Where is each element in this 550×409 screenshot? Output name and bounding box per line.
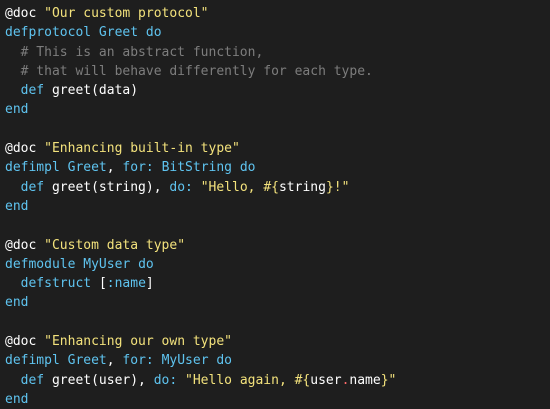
code-line: defprotocol Greet do bbox=[5, 23, 550, 42]
code-token: def bbox=[20, 179, 52, 195]
code-token: def bbox=[20, 372, 52, 388]
code-line: def greet(data) bbox=[5, 81, 550, 100]
code-token: "Custom data type" bbox=[44, 237, 186, 253]
code-token: MyUser bbox=[83, 256, 139, 272]
code-token: end bbox=[5, 198, 29, 214]
code-line: @doc "Enhancing built-in type" bbox=[5, 139, 550, 158]
code-token: }!" bbox=[325, 179, 350, 195]
code-token: # that will behave differently for each … bbox=[5, 63, 373, 79]
code-line: @doc "Custom data type" bbox=[5, 236, 550, 255]
code-line: ​ bbox=[5, 216, 550, 235]
code-token: :name bbox=[106, 276, 146, 292]
code-line: defimpl Greet, for: MyUser do bbox=[5, 351, 550, 370]
code-token: "Hello again, bbox=[185, 372, 295, 388]
code-token: Greet bbox=[98, 25, 146, 41]
code-token: do: bbox=[153, 372, 186, 388]
code-token: @doc bbox=[5, 334, 45, 350]
code-token: @doc bbox=[5, 237, 45, 253]
code-token: ] bbox=[145, 276, 154, 292]
code-token: user bbox=[310, 372, 342, 388]
code-token: Greet bbox=[67, 160, 107, 176]
code-line: end bbox=[5, 390, 550, 409]
code-token: @doc bbox=[5, 141, 45, 157]
code-line: ​ bbox=[5, 120, 550, 139]
code-token: }" bbox=[380, 372, 397, 388]
code-line: ​ bbox=[5, 313, 550, 332]
code-token: end bbox=[5, 391, 29, 407]
code-token: MyUser bbox=[161, 353, 217, 369]
code-line: defmodule MyUser do bbox=[5, 255, 550, 274]
code-line: @doc "Enhancing our own type" bbox=[5, 332, 550, 351]
code-token: [ bbox=[98, 276, 107, 292]
code-line: end bbox=[5, 293, 550, 312]
code-token: end bbox=[5, 295, 29, 311]
code-token: @doc bbox=[5, 6, 45, 21]
code-token: defstruct bbox=[20, 276, 99, 292]
code-line: end bbox=[5, 100, 550, 119]
code-token: end bbox=[5, 102, 29, 118]
code-token: greet(data) bbox=[51, 83, 139, 99]
code-line: def greet(string), do: "Hello, #{string}… bbox=[5, 178, 550, 197]
code-token: "Enhancing built-in type" bbox=[44, 141, 240, 157]
code-token: defprotocol bbox=[5, 25, 99, 41]
code-token: defmodule bbox=[5, 256, 84, 272]
code-token: #{ bbox=[294, 372, 311, 388]
code-token: name bbox=[349, 372, 381, 388]
code-token: #{ bbox=[263, 179, 279, 195]
code-line: end bbox=[5, 197, 550, 216]
code-token: do bbox=[145, 25, 162, 41]
code-token: "Our custom protocol" bbox=[44, 6, 209, 21]
code-token: , bbox=[106, 160, 123, 176]
code-line: # that will behave differently for each … bbox=[5, 62, 550, 81]
code-token: , bbox=[106, 353, 123, 369]
code-token: greet(string), bbox=[51, 179, 170, 195]
code-token: def bbox=[20, 83, 52, 99]
code-token: defimpl bbox=[5, 353, 68, 369]
code-line: defimpl Greet, for: BitString do bbox=[5, 158, 550, 177]
code-line: @doc "Our custom protocol" bbox=[5, 4, 550, 23]
code-token: BitString bbox=[161, 160, 240, 176]
code-token: do bbox=[239, 160, 256, 176]
code-token: defimpl bbox=[5, 160, 68, 176]
code-token: for: bbox=[122, 160, 162, 176]
code-editor[interactable]: @doc "Our custom protocol" defprotocol Gr… bbox=[0, 0, 550, 409]
code-token: "Hello, bbox=[200, 179, 264, 195]
code-line: def greet(user), do: "Hello again, #{use… bbox=[5, 371, 550, 390]
code-token: Greet bbox=[67, 353, 107, 369]
code-token: greet(user), bbox=[51, 372, 154, 388]
code-token: for: bbox=[122, 353, 162, 369]
code-line: defstruct [:name] bbox=[5, 274, 550, 293]
code-token: do bbox=[216, 353, 233, 369]
code-token: "Enhancing our own type" bbox=[44, 334, 232, 350]
code-token: do: bbox=[169, 179, 201, 195]
code-token: string bbox=[278, 179, 326, 195]
code-line: # This is an abstract function, bbox=[5, 43, 550, 62]
code-token: # This is an abstract function, bbox=[5, 44, 264, 60]
code-token: do bbox=[138, 256, 154, 272]
